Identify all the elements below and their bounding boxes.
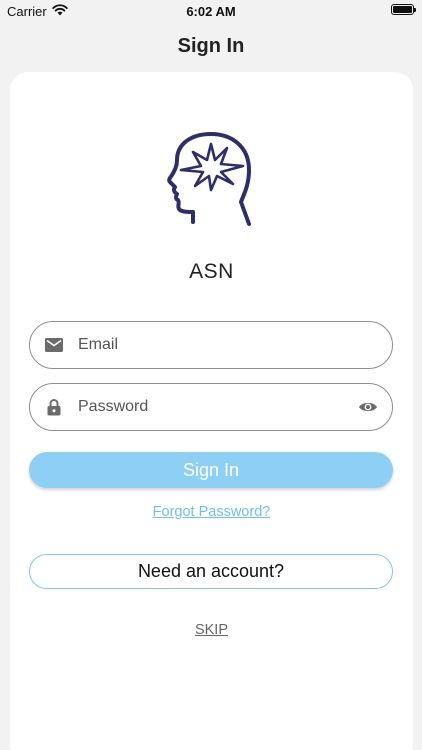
signin-button[interactable]: Sign In [29,452,393,488]
status-time: 6:02 AM [186,4,236,19]
forgot-password-link[interactable]: Forgot Password? [10,504,413,520]
email-input[interactable] [78,322,392,368]
lock-icon [45,398,63,416]
mail-icon [45,336,63,354]
password-field[interactable] [29,383,393,431]
skip-link[interactable]: SKIP [10,622,413,638]
page-title: Sign In [177,35,245,57]
signin-card: ASN Sign In Forgot Passwor [10,72,413,750]
battery-icon [391,4,416,15]
eye-icon[interactable] [358,397,378,417]
need-account-button[interactable]: Need an account? [29,554,393,589]
email-field[interactable] [29,321,393,369]
app-name: ASN [189,260,234,283]
status-bar: Carrier 6:02 AM [0,0,422,22]
status-right [391,4,416,15]
password-input[interactable] [78,384,358,430]
brain-head-logo [165,130,257,230]
